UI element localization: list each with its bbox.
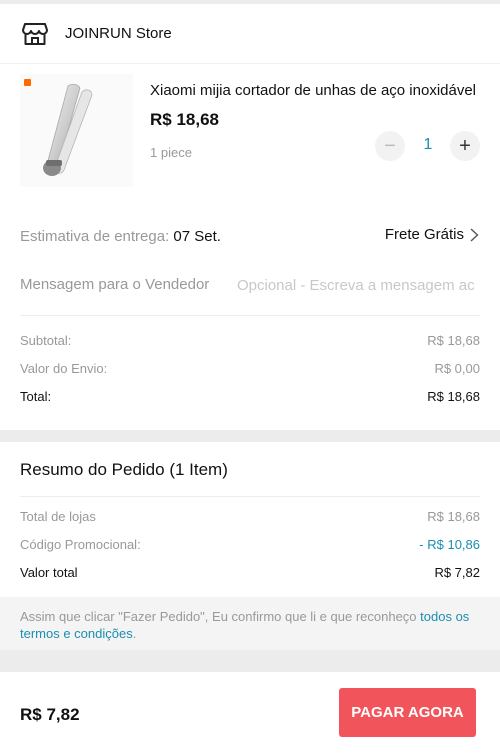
store-header[interactable]: JOINRUN Store — [0, 4, 500, 64]
section-separator — [0, 430, 500, 442]
terms-end: . — [132, 626, 137, 641]
divider — [20, 315, 480, 316]
order-summary-title: Resumo do Pedido (1 Item) — [20, 460, 228, 479]
quantity-value: 1 — [423, 136, 433, 153]
seller-message-input[interactable] — [237, 273, 484, 297]
divider — [20, 496, 480, 497]
delivery-label: Estimativa de entrega: — [20, 228, 170, 245]
checkout-bar: R$ 7,82 PAGAR AGORA — [0, 672, 500, 755]
store-total-value: R$ 18,68 — [427, 389, 480, 404]
shipping-cost-label: Valor do Envio: — [20, 361, 108, 376]
quantity-increase-button[interactable]: + — [450, 131, 480, 161]
product-title[interactable]: Xiaomi mijia cortador de unhas de aço in… — [150, 82, 480, 99]
shipping-label: Frete Grátis — [384, 226, 464, 243]
seller-message-label: Mensagem para o Vendedor — [20, 276, 210, 293]
pay-now-button[interactable]: PAGAR AGORA — [339, 688, 476, 737]
terms-text: Assim que clicar "Fazer Pedido", Eu conf… — [20, 609, 421, 624]
promo-code-value: - R$ 10,86 — [419, 537, 480, 552]
store-icon — [22, 21, 48, 47]
product-item: Xiaomi mijia cortador de unhas de aço in… — [0, 64, 500, 194]
stores-total-value: R$ 18,68 — [427, 509, 480, 524]
product-price: R$ 18,68 — [150, 110, 219, 129]
terms-notice: Assim que clicar "Fazer Pedido", Eu conf… — [0, 597, 500, 650]
delivery-date: 07 Set. — [173, 228, 221, 245]
quantity-decrease-button[interactable]: − — [375, 131, 405, 161]
store-total-label: Total: — [20, 389, 52, 404]
mi-brand-badge-icon — [24, 79, 31, 86]
promo-code-label: Código Promocional: — [20, 537, 141, 552]
chevron-right-icon — [470, 227, 479, 242]
shipping-cost-value: R$ 0,00 — [434, 361, 480, 376]
subtotal-value: R$ 18,68 — [427, 333, 480, 348]
grand-total-value: R$ 7,82 — [434, 565, 480, 580]
stores-total-label: Total de lojas — [20, 509, 96, 524]
subtotal-label: Subtotal: — [20, 333, 72, 348]
seller-message-row: Mensagem para o Vendedor — [0, 270, 500, 300]
checkout-total: R$ 7,82 — [20, 705, 80, 724]
product-variant: 1 piece — [150, 145, 192, 160]
delivery-estimate: Estimativa de entrega: 07 Set. — [20, 228, 221, 245]
product-image[interactable] — [20, 74, 133, 187]
nail-clipper-icon — [43, 83, 93, 176]
shipping-option[interactable]: Frete Grátis — [385, 226, 479, 243]
delivery-row[interactable]: Estimativa de entrega: 07 Set. Frete Grá… — [0, 222, 500, 252]
footer-separator — [0, 650, 500, 672]
store-name[interactable]: JOINRUN Store — [65, 25, 172, 42]
grand-total-label: Valor total — [20, 565, 78, 580]
